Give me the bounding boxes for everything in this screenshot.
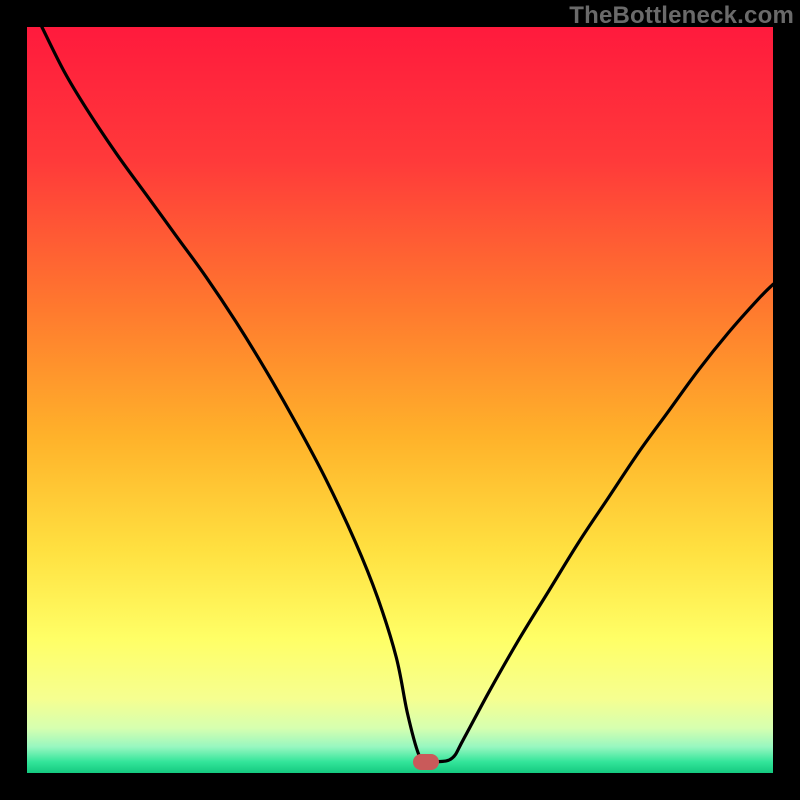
plot-area [27,27,773,773]
optimum-marker [413,754,439,770]
chart-frame: TheBottleneck.com [0,0,800,800]
bottleneck-curve [27,27,773,773]
watermark-text: TheBottleneck.com [569,2,794,30]
